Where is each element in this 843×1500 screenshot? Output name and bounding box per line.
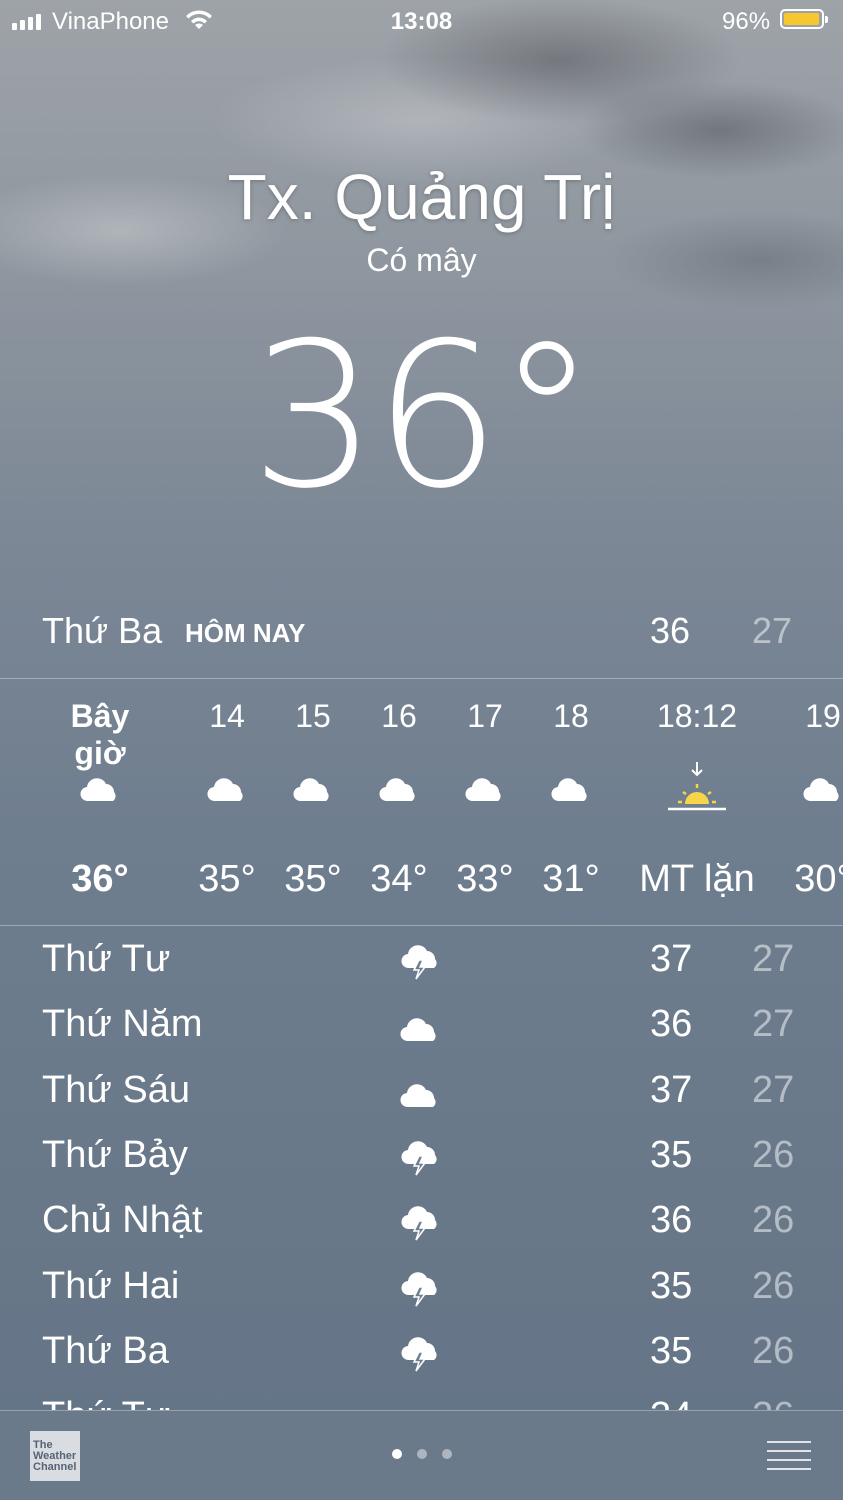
cloud-icon — [521, 776, 621, 802]
hourly-temp: 35° — [284, 858, 342, 900]
hourly-time: 16 — [381, 698, 417, 734]
daily-low: 26 — [752, 1133, 795, 1176]
thunderstorm-icon — [400, 1205, 442, 1251]
hourly-temp: 35° — [198, 858, 256, 900]
hourly-temp: 31° — [542, 858, 600, 900]
cloud-icon — [263, 776, 363, 802]
current-temperature: 36° — [250, 300, 597, 533]
daily-high: 34 — [650, 1395, 692, 1410]
today-high: 36 — [650, 610, 691, 651]
status-bar: VinaPhone 13:08 96% — [0, 0, 843, 44]
daily-row: Thứ Ba 35 26 — [0, 1322, 843, 1387]
battery-percent: 96% — [722, 8, 771, 35]
hourly-temp: 36° — [71, 858, 129, 900]
thunderstorm-icon — [400, 1140, 442, 1186]
battery-icon — [780, 9, 828, 29]
page-dot[interactable] — [441, 1449, 452, 1459]
daily-forecast[interactable]: Thứ Tư 37 27 Thứ Năm 36 27 Thứ Sáu 37 27 Thứ Bảy 3… — [0, 930, 843, 1410]
hourly-time: Bây giờ — [70, 698, 130, 771]
thunderstorm-icon — [400, 1336, 442, 1382]
daily-day: Thứ Tư — [42, 1395, 170, 1410]
daily-day: Thứ Hai — [42, 1264, 180, 1307]
sunset-icon — [627, 762, 767, 818]
hourly-temp: 33° — [456, 858, 514, 900]
daily-row: Chủ Nhật 36 26 — [0, 1191, 843, 1256]
hourly-time: 18 — [553, 698, 589, 734]
daily-row: Thứ Sáu 37 27 — [0, 1061, 843, 1126]
today-day: Thứ Ba — [42, 610, 163, 651]
cloud-icon — [400, 1401, 440, 1410]
list-icon[interactable] — [767, 1441, 811, 1470]
hourly-temp: MT lặn — [639, 858, 755, 900]
page-dot[interactable] — [416, 1449, 427, 1459]
daily-day: Chủ Nhật — [42, 1199, 203, 1242]
daily-row: Thứ Năm 36 27 — [0, 995, 843, 1060]
hourly-time: 19 — [805, 698, 841, 734]
divider — [0, 925, 843, 926]
daily-day: Thứ Sáu — [42, 1068, 190, 1111]
city-name: Tx. Quảng Trị — [227, 161, 616, 233]
daily-low: 27 — [752, 1003, 795, 1046]
hourly-time: 17 — [467, 698, 503, 734]
daily-day: Thứ Bảy — [42, 1133, 188, 1176]
cloud-icon — [177, 776, 277, 802]
daily-day: Thứ Tư — [42, 938, 171, 980]
divider — [0, 678, 843, 679]
hourly-time: 18:12 — [656, 698, 738, 734]
cloud-icon — [400, 1075, 440, 1118]
daily-high: 35 — [650, 1133, 693, 1176]
thunderstorm-icon — [400, 1271, 442, 1317]
daily-row: Thứ Bảy 35 26 — [0, 1126, 843, 1191]
daily-day: Thứ Ba — [42, 1329, 169, 1372]
hourly-forecast[interactable]: Bây giờ 36° 14 35° 15 35° 16 34° 17 33° 18 31° 18:12… — [0, 680, 843, 925]
daily-low: 27 — [752, 1068, 795, 1111]
daily-high: 37 — [650, 938, 693, 980]
daily-high: 37 — [650, 1068, 693, 1111]
bottom-toolbar: The Weather Channel — [0, 1410, 843, 1500]
cloud-icon — [349, 776, 449, 802]
status-time: 13:08 — [390, 8, 453, 35]
daily-low: 26 — [752, 1199, 795, 1242]
hourly-temp: 34° — [370, 858, 428, 900]
daily-low: 26 — [752, 1264, 795, 1307]
daily-low: 26 — [752, 1395, 794, 1410]
weather-condition: Có mây — [366, 242, 477, 278]
cloud-icon — [773, 776, 843, 802]
page-indicator[interactable] — [0, 1449, 843, 1459]
today-low: 27 — [752, 610, 793, 651]
cloud-icon — [50, 776, 150, 802]
daily-low: 27 — [752, 938, 795, 980]
daily-high: 36 — [650, 1003, 693, 1046]
daily-high: 36 — [650, 1199, 693, 1242]
page-dot[interactable] — [391, 1449, 402, 1459]
today-label: HÔM NAY — [185, 618, 306, 648]
cloud-icon — [435, 776, 535, 802]
daily-low: 26 — [752, 1329, 795, 1372]
hourly-time: 15 — [295, 698, 331, 734]
hourly-time: 14 — [209, 698, 245, 734]
daily-row: Thứ Tư 34 26 — [0, 1387, 843, 1410]
daily-high: 35 — [650, 1264, 693, 1307]
cloud-icon — [400, 1009, 440, 1052]
daily-high: 35 — [650, 1329, 693, 1372]
daily-row: Thứ Hai 35 26 — [0, 1257, 843, 1322]
hourly-temp: 30° — [794, 858, 843, 900]
daily-day: Thứ Năm — [42, 1003, 203, 1046]
today-row: Thứ Ba HÔM NAY 36 27 — [0, 600, 843, 660]
thunderstorm-icon — [400, 944, 442, 990]
daily-row: Thứ Tư 37 27 — [0, 930, 843, 995]
